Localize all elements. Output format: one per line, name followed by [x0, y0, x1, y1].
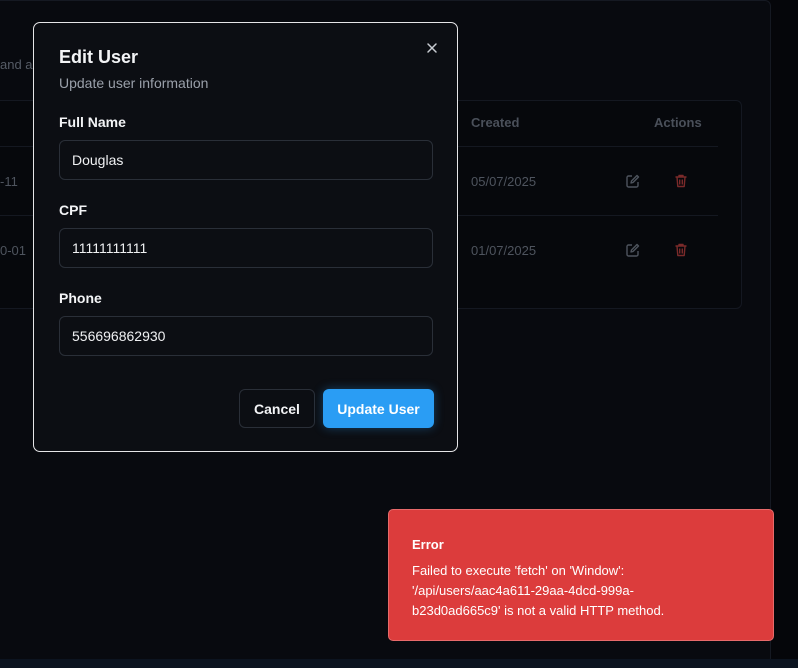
- cancel-button[interactable]: Cancel: [239, 389, 315, 428]
- table-cell-date: -11: [0, 174, 18, 189]
- trash-icon[interactable]: [673, 173, 689, 189]
- table-cell-created: 01/07/2025: [471, 243, 537, 258]
- dialog-subtitle: Update user information: [59, 75, 209, 91]
- edit-icon[interactable]: [625, 173, 641, 189]
- background-subtitle: and a: [0, 57, 33, 72]
- phone-label: Phone: [59, 290, 102, 306]
- table-cell-date: 0-01: [0, 243, 27, 258]
- column-header-actions: Actions: [654, 115, 702, 130]
- toast-message: Failed to execute 'fetch' on 'Window': '…: [412, 563, 665, 618]
- bottom-bar: [0, 659, 798, 668]
- full-name-input[interactable]: [59, 140, 433, 180]
- column-header-created: Created: [471, 115, 520, 130]
- error-toast[interactable]: Error Failed to execute 'fetch' on 'Wind…: [388, 509, 774, 641]
- table-cell-created: 05/07/2025: [471, 174, 537, 189]
- update-user-button[interactable]: Update User: [323, 389, 434, 428]
- full-name-label: Full Name: [59, 114, 126, 130]
- toast-title: Error: [412, 537, 444, 552]
- phone-input[interactable]: [59, 316, 433, 356]
- dialog-title: Edit User: [59, 47, 139, 67]
- trash-icon[interactable]: [673, 242, 689, 258]
- edit-icon[interactable]: [625, 242, 641, 258]
- close-icon[interactable]: [423, 39, 441, 57]
- page: and a Created Actions -11 05/07/2025 0-0…: [0, 0, 798, 668]
- cpf-label: CPF: [59, 202, 87, 218]
- cpf-input[interactable]: [59, 228, 433, 268]
- edit-user-dialog: Edit User Update user information Full N…: [33, 22, 458, 452]
